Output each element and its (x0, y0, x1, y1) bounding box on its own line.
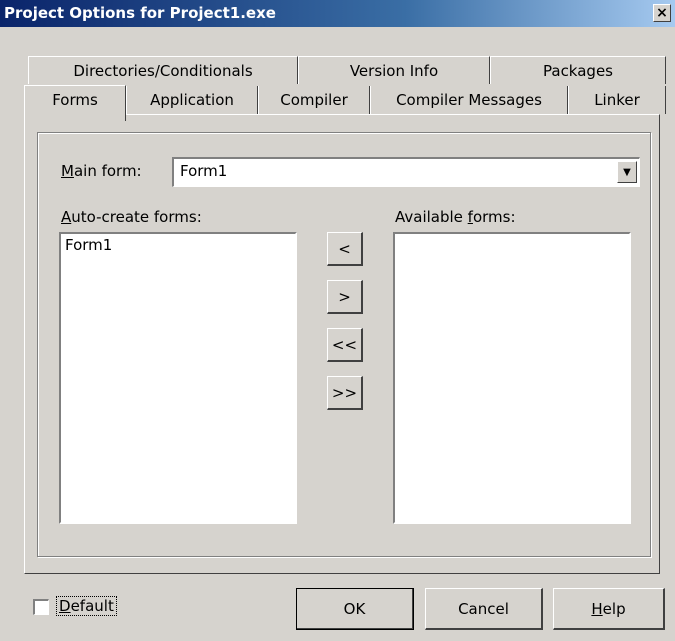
help-button[interactable]: Help (553, 588, 665, 630)
main-form-value: Form1 (180, 162, 228, 180)
tab-compiler[interactable]: Compiler (258, 86, 370, 114)
tab-version-info[interactable]: Version Info (298, 56, 490, 84)
tab-label: Application (150, 91, 234, 109)
main-form-label: Main form: (61, 162, 142, 180)
cancel-button[interactable]: Cancel (425, 588, 543, 630)
tab-forms[interactable]: Forms (24, 85, 126, 121)
cancel-button-label: Cancel (458, 599, 509, 618)
move-right-label: > (338, 287, 351, 306)
tab-label: Compiler (280, 91, 348, 109)
move-right-button[interactable]: > (327, 280, 363, 314)
default-checkbox[interactable] (33, 599, 49, 615)
main-form-select[interactable]: Form1 ▼ (172, 157, 640, 187)
move-all-right-label: >> (331, 383, 358, 402)
ok-button[interactable]: OK (296, 588, 414, 630)
auto-create-forms-list[interactable]: Form1 (59, 232, 297, 524)
move-left-label: < (338, 239, 351, 258)
tab-packages[interactable]: Packages (490, 56, 666, 84)
ok-button-label: OK (343, 599, 366, 618)
available-forms-label: Available forms: (395, 208, 516, 226)
list-item[interactable]: Form1 (61, 234, 295, 256)
tab-label: Linker (594, 91, 640, 109)
tab-directories-conditionals[interactable]: Directories/Conditionals (28, 56, 298, 84)
tab-label: Forms (52, 91, 98, 109)
tab-linker[interactable]: Linker (568, 86, 666, 114)
tab-label: Compiler Messages (396, 91, 542, 109)
title-bar[interactable]: Project Options for Project1.exe × (0, 0, 675, 27)
tab-label: Version Info (349, 62, 439, 80)
move-all-left-label: << (331, 335, 358, 354)
window-title: Project Options for Project1.exe (4, 4, 276, 22)
move-all-left-button[interactable]: << (327, 328, 363, 362)
tab-label: Directories/Conditionals (73, 62, 253, 80)
help-button-label: Help (591, 599, 626, 618)
project-options-dialog: Project Options for Project1.exe × Direc… (0, 0, 675, 641)
move-left-button[interactable]: < (327, 232, 363, 266)
move-all-right-button[interactable]: >> (327, 376, 363, 410)
auto-create-forms-label: Auto-create forms: (61, 208, 202, 226)
close-button[interactable]: × (653, 4, 671, 22)
default-checkbox-label[interactable]: Default (56, 596, 117, 616)
available-forms-list[interactable] (393, 232, 631, 524)
tab-label: Packages (543, 62, 613, 80)
close-icon: × (656, 5, 668, 21)
dropdown-button[interactable]: ▼ (617, 161, 637, 183)
chevron-down-icon: ▼ (623, 166, 631, 178)
tab-application[interactable]: Application (126, 86, 258, 114)
tab-compiler-messages[interactable]: Compiler Messages (370, 86, 568, 114)
